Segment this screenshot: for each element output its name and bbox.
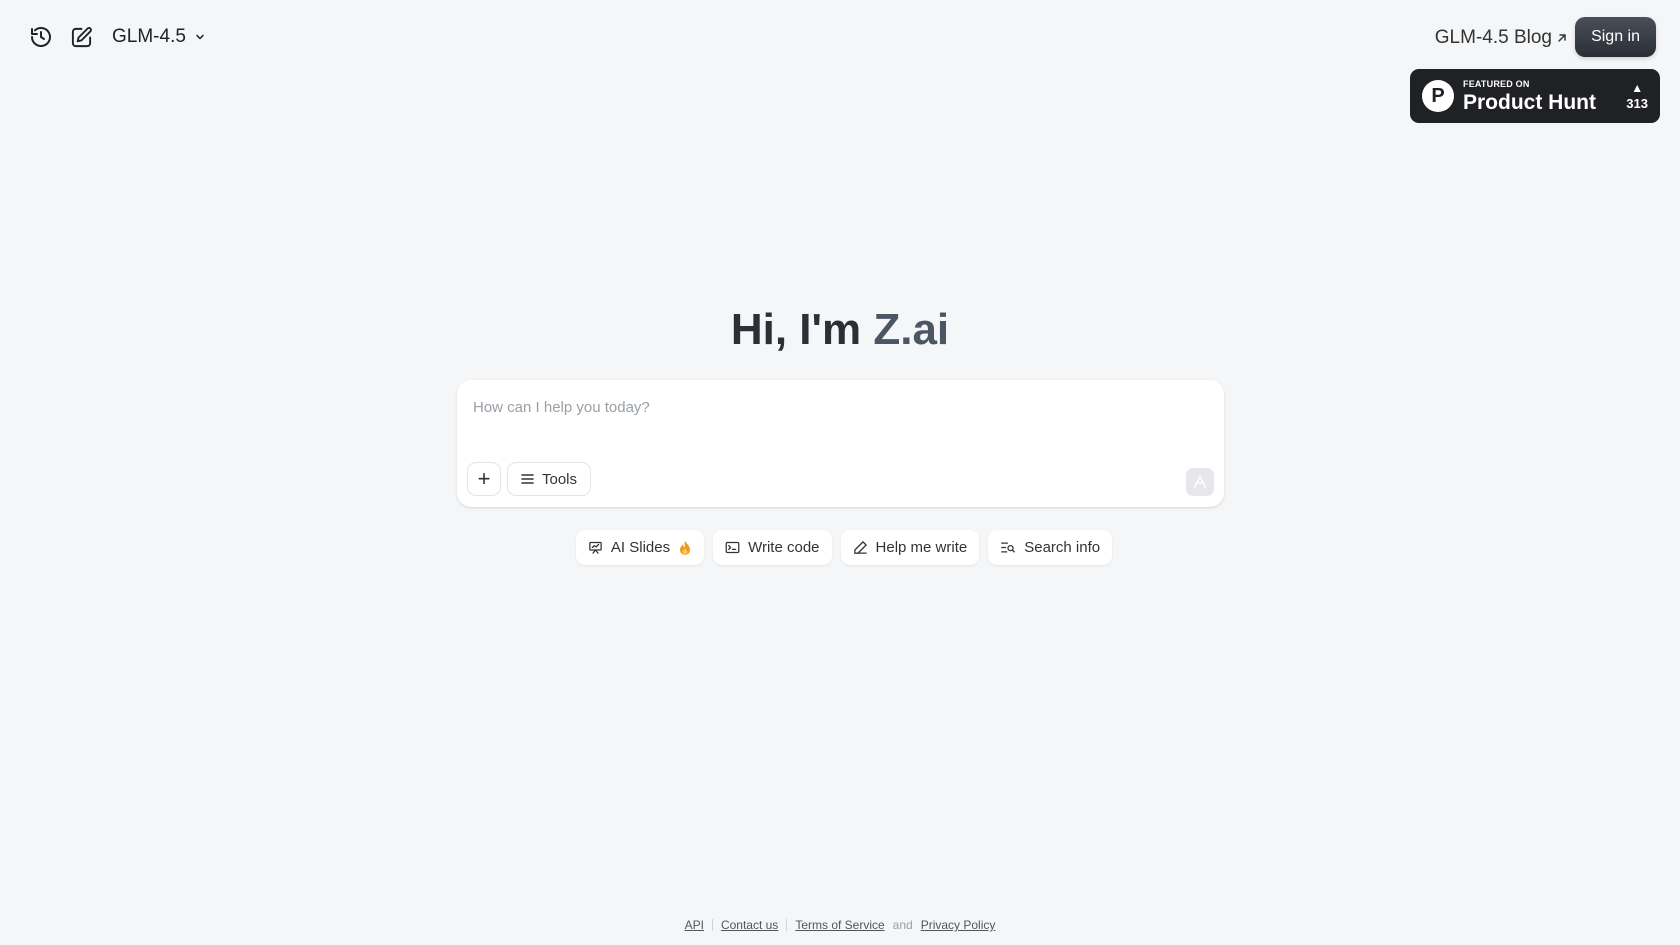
chip-write-code-label: Write code [748, 539, 820, 556]
tools-label: Tools [542, 470, 578, 488]
chip-ai-slides[interactable]: AI Slides [575, 530, 705, 565]
footer-divider [786, 919, 788, 931]
chip-write-code[interactable]: Write code [713, 530, 832, 565]
plus-icon: + [477, 466, 491, 491]
chip-help-me-write[interactable]: Help me write [840, 530, 980, 565]
footer-terms-link[interactable]: Terms of Service [795, 918, 884, 932]
header-left: GLM-4.5 [26, 22, 206, 52]
new-chat-button[interactable] [66, 22, 96, 52]
send-button[interactable] [1186, 468, 1214, 496]
tools-button[interactable]: Tools [507, 462, 592, 496]
product-hunt-text: FEATURED ON Product Hunt [1463, 78, 1596, 114]
page: GLM-4.5 GLM-4.5 Blog Sign in P FEATURED … [0, 0, 1680, 945]
external-arrow-icon [1558, 34, 1566, 42]
product-hunt-badge[interactable]: P FEATURED ON Product Hunt ▲ 313 [1410, 69, 1660, 123]
footer-privacy-link[interactable]: Privacy Policy [921, 918, 996, 932]
sign-in-label: Sign in [1591, 28, 1640, 45]
upvote-triangle-icon: ▲ [1631, 81, 1644, 95]
terminal-icon [725, 541, 740, 554]
blog-link[interactable]: GLM-4.5 Blog [1435, 27, 1568, 49]
edit-icon [71, 26, 92, 47]
chip-search-info[interactable]: Search info [988, 530, 1113, 565]
hero-title-brand: Z.ai [873, 305, 950, 354]
search-list-icon [1001, 542, 1016, 553]
footer-divider [711, 919, 713, 931]
blog-link-label: GLM-4.5 Blog [1434, 27, 1552, 48]
product-hunt-name: Product Hunt [1463, 90, 1596, 114]
history-icon [31, 27, 51, 47]
product-hunt-vote-count: 313 [1626, 96, 1648, 111]
model-selector[interactable]: GLM-4.5 [112, 26, 206, 48]
pencil-icon [853, 541, 867, 554]
attach-button[interactable]: + [467, 462, 501, 496]
product-hunt-votes: ▲ 313 [1626, 82, 1648, 110]
chat-box: + Tools [457, 380, 1224, 507]
footer-and-text: and [892, 918, 913, 932]
menu-lines-icon [521, 474, 534, 484]
footer-contact-link[interactable]: Contact us [721, 918, 778, 932]
flame-icon [680, 540, 691, 555]
presentation-icon [589, 541, 602, 554]
suggestion-chips: AI Slides Write code Help me write Searc… [0, 530, 1680, 565]
footer-api-link[interactable]: API [685, 918, 704, 932]
chip-help-me-write-label: Help me write [875, 539, 968, 556]
sign-in-button[interactable]: Sign in [1575, 17, 1656, 57]
hero-title: Hi, I'm Z.ai [0, 305, 1680, 355]
product-hunt-featured: FEATURED ON [1463, 78, 1530, 89]
product-hunt-logo-icon: P [1422, 80, 1454, 112]
history-button[interactable] [26, 22, 56, 52]
chip-search-info-label: Search info [1024, 539, 1101, 556]
chat-input[interactable] [473, 392, 1208, 422]
send-arrow-icon [1193, 475, 1207, 489]
chip-ai-slides-label: AI Slides [610, 539, 671, 556]
hero-title-prefix: Hi, I'm [730, 305, 874, 354]
footer: API Contact us Terms of Service and Priv… [0, 918, 1680, 932]
model-name: GLM-4.5 [112, 26, 186, 47]
chevron-down-icon [196, 34, 204, 40]
